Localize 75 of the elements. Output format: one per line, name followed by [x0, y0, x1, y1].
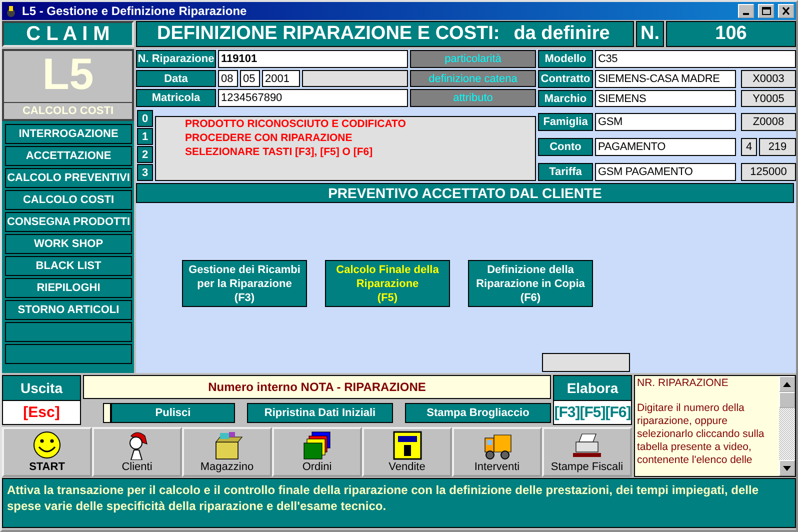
toolbar-button[interactable]: START	[2, 427, 92, 477]
input-field[interactable]: PAGAMENTO	[595, 138, 736, 156]
input-field[interactable]: SIEMENS	[595, 90, 736, 108]
exit-label: Uscita	[3, 376, 80, 401]
field-label: Famiglia	[538, 113, 593, 132]
module-code: L5	[42, 51, 94, 99]
code-field: Y0005	[741, 90, 796, 108]
attribute-button[interactable]: attributo	[410, 89, 536, 108]
code-field: 125000	[741, 163, 796, 181]
note-button[interactable]: Pulisci	[111, 403, 235, 423]
line-number: 2	[137, 146, 153, 164]
action-button[interactable]: Gestione dei Ricambi per la Riparazione (F3)	[182, 260, 307, 307]
menu-button[interactable]: STORNO ARTICOLI	[5, 300, 132, 320]
menu-button[interactable]: RIEPILOGHI	[5, 278, 132, 298]
menu-button[interactable]: INTERROGAZIONE	[5, 124, 132, 144]
date-field[interactable]: 05	[240, 70, 260, 88]
input-field[interactable]: 1234567890	[218, 89, 408, 108]
status-text: Attiva la transazione per il calcolo e il controllo finale della riparazione con la definizione delle prestazioni, dei tempi impiegati, delle spese varie delle specificità della riparazione e dell'esame tecnico.	[2, 478, 796, 528]
code-field: 219	[759, 138, 796, 156]
field-label: Modello	[538, 50, 593, 68]
menu-button[interactable]: WORK SHOP	[5, 234, 132, 254]
line-number: 0	[137, 110, 153, 128]
code-field: Z0008	[741, 113, 796, 132]
process-label: Elabora	[554, 376, 631, 401]
toolbar-button[interactable]: Ordini	[272, 427, 362, 477]
date-field[interactable]: 08	[218, 70, 238, 88]
menu-button[interactable]: CALCOLO COSTI	[5, 190, 132, 210]
menu-button[interactable]: CALCOLO PREVENTIVI	[5, 168, 132, 188]
field-label: Matricola	[136, 89, 216, 108]
menu-button[interactable]: ACCETTAZIONE	[5, 146, 132, 166]
code-field: X0003	[741, 70, 796, 88]
action-button[interactable]: Definizione della Riparazione in Copia (F6)	[468, 260, 593, 307]
status-banner: PREVENTIVO ACCETTATO DAL CLIENTE	[136, 183, 794, 203]
message-line: SELEZIONARE TASTI [F3], [F5] O [F6]	[185, 145, 374, 160]
page-title: DEFINIZIONE RIPARAZIONE E COSTI:	[157, 23, 500, 45]
toolbar-button[interactable]: Clienti	[92, 427, 182, 477]
field-label: Tariffa	[538, 163, 593, 181]
attribute-button[interactable]: definizione catena	[410, 70, 536, 88]
message-line: PROCEDERE CON RIPARAZIONE	[185, 131, 354, 146]
module-name: CALCOLO COSTI	[4, 102, 132, 119]
toolbar-button[interactable]: Vendite	[362, 427, 452, 477]
line-number: 3	[137, 164, 153, 182]
field-label: Data	[136, 70, 216, 88]
note-title: Numero interno NOTA - RIPARAZIONE	[83, 375, 551, 399]
field-label: Contratto	[538, 70, 593, 88]
menu-button[interactable]: BLACK LIST	[5, 256, 132, 276]
window-title: L5 - Gestione e Definizione Riparazione	[22, 4, 248, 18]
toolbar-button[interactable]: Interventi	[452, 427, 542, 477]
action-button[interactable]: Calcolo Finale della Riparazione (F5)	[325, 260, 450, 307]
help-title: NR. RIPARAZIONE	[637, 377, 730, 390]
input-field[interactable]: 119101	[218, 50, 408, 68]
status-text: da definire	[514, 23, 610, 45]
input-field[interactable]: SIEMENS-CASA MADRE	[595, 70, 736, 88]
date-field[interactable]: 2001	[262, 70, 300, 88]
menu-button[interactable]: CONSEGNA PRODOTTI	[5, 212, 132, 232]
input-field[interactable]: GSM PAGAMENTO	[595, 163, 736, 181]
input-field[interactable]: C35	[595, 50, 796, 68]
message-line: PRODOTTO RICONOSCIUTO E CODIFICATO	[185, 117, 407, 132]
line-number: 1	[137, 128, 153, 146]
note-button[interactable]: Stampa Brogliaccio	[405, 403, 551, 423]
field-label: Conto	[538, 138, 593, 156]
attribute-button[interactable]: particolarità	[410, 50, 536, 68]
exit-key[interactable]: [Esc]	[3, 401, 80, 424]
record-number: 106	[666, 21, 796, 47]
help-text: Digitare il numero della riparazione, oppure selezionarlo cliccando sulla tabella presente a video, contenente l'elenco delle	[637, 402, 766, 467]
number-label: N.	[636, 21, 664, 47]
toolbar-button[interactable]: Magazzino	[182, 427, 272, 477]
brand-title: C L A I M	[2, 21, 134, 47]
note-button[interactable]: Ripristina Dati Iniziali	[247, 403, 393, 423]
code-field: 4	[741, 138, 757, 156]
field-label: Marchio	[538, 90, 593, 108]
field-label: N. Riparazione	[136, 50, 216, 68]
input-field[interactable]: GSM	[595, 113, 736, 132]
process-keys[interactable]: [F3][F5][F6]	[554, 401, 631, 424]
toolbar-button[interactable]: Stampe Fiscali	[542, 427, 632, 477]
